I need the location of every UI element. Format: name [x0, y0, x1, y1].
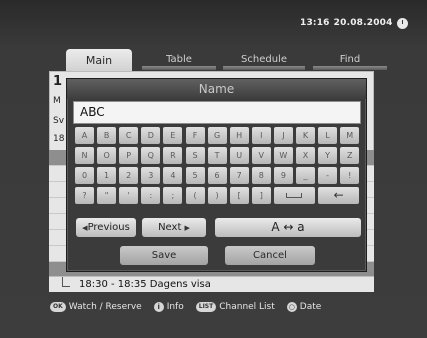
backspace-key[interactable]: ←: [318, 187, 360, 204]
keyboard-key[interactable]: W: [273, 147, 293, 164]
keyboard-key[interactable]: 3: [141, 167, 161, 184]
footer-date: ○ Date: [286, 302, 322, 312]
keyboard-key[interactable]: S: [185, 147, 205, 164]
keyboard-key[interactable]: Y: [318, 147, 338, 164]
keyboard-key[interactable]: 5: [185, 167, 205, 184]
keyboard-key[interactable]: K: [296, 127, 315, 144]
keyboard-key[interactable]: C: [119, 127, 139, 144]
space-key[interactable]: [273, 187, 315, 204]
keyboard-key[interactable]: [: [229, 187, 249, 204]
time-fragment: 18: [53, 134, 65, 144]
keyboard-key[interactable]: X: [296, 147, 315, 164]
ok-button-icon: OK: [50, 302, 66, 312]
keyboard-key[interactable]: 6: [207, 167, 227, 184]
date-text: 20.08.2004: [333, 18, 393, 28]
keyboard-key[interactable]: 9: [273, 167, 293, 184]
previous-label: Previous: [87, 222, 130, 233]
channel-number: 1: [53, 74, 63, 89]
keyboard-key[interactable]: ?: [75, 187, 94, 204]
date-button-icon: ○: [286, 302, 297, 312]
footer-watch-label: Watch / Reserve: [68, 302, 142, 312]
space-icon: [286, 193, 303, 198]
footer-info-label: Info: [166, 302, 184, 312]
save-button[interactable]: Save: [120, 246, 208, 265]
keyboard-key[interactable]: A: [75, 127, 94, 144]
keyboard-key[interactable]: R: [163, 147, 183, 164]
footer-info: i Info: [153, 302, 184, 312]
keyboard-key[interactable]: !: [340, 167, 360, 184]
tab-main[interactable]: Main: [66, 49, 132, 73]
keyboard-key[interactable]: M: [340, 127, 360, 144]
keyboard-key[interactable]: (: [185, 187, 205, 204]
keyboard-key[interactable]: ': [119, 187, 139, 204]
keyboard-key[interactable]: D: [141, 127, 161, 144]
tab-schedule[interactable]: Schedule: [219, 50, 309, 70]
arrow-right-icon: ▶: [184, 224, 190, 232]
keyboard-key[interactable]: T: [207, 147, 227, 164]
previous-button[interactable]: ◀Previous: [76, 218, 136, 237]
keyboard-key[interactable]: _: [296, 167, 315, 184]
keyboard-key[interactable]: 8: [251, 167, 271, 184]
keyboard-key[interactable]: 2: [119, 167, 139, 184]
footer-channel-list: LIST Channel List: [195, 302, 275, 312]
keyboard-key[interactable]: ;: [163, 187, 183, 204]
info-icon: i: [153, 302, 164, 312]
keyboard-key[interactable]: J: [273, 127, 293, 144]
keyboard-key[interactable]: I: [251, 127, 271, 144]
keyboard-key[interactable]: 0: [75, 167, 94, 184]
footer-legend: OK Watch / Reserve i Info LIST Channel L…: [50, 300, 390, 314]
keyboard-key[interactable]: E: [163, 127, 183, 144]
footer-date-label: Date: [299, 302, 322, 312]
dialog-title: Name: [67, 79, 366, 99]
keyboard-key[interactable]: O: [97, 147, 117, 164]
case-toggle-button[interactable]: A ↔ a: [215, 218, 361, 237]
next-button[interactable]: Next ▶: [142, 218, 206, 237]
clock: 13:16 20.08.2004: [300, 16, 420, 30]
clock-icon: [396, 17, 408, 29]
keyboard-dialog: Name ABC A B C D E F G H I J K L ABCDEFG…: [66, 78, 367, 272]
name-input[interactable]: ABC: [73, 101, 361, 124]
footer-watch: OK Watch / Reserve: [50, 302, 142, 312]
epg-screen: 13:16 20.08.2004 Main Table Schedule Fin…: [0, 0, 427, 338]
backspace-arrow-icon: ←: [333, 188, 344, 202]
keyboard-key[interactable]: P: [119, 147, 139, 164]
next-label: Next: [158, 222, 182, 233]
keyboard-key[interactable]: U: [229, 147, 249, 164]
keyboard-key[interactable]: Z: [340, 147, 360, 164]
tab-table[interactable]: Table: [138, 50, 220, 70]
keyboard-key[interactable]: ]: [251, 187, 271, 204]
keyboard-key[interactable]: :: [141, 187, 161, 204]
keyboard-key[interactable]: 4: [163, 167, 183, 184]
keyboard-key[interactable]: Q: [141, 147, 161, 164]
keyboard-key[interactable]: 7: [229, 167, 249, 184]
list-button-icon: LIST: [195, 302, 217, 312]
keyboard-key[interactable]: L: [318, 127, 338, 144]
programme-time-title: 18:30 - 18:35 Dagens visa: [79, 279, 211, 290]
keyboard-key[interactable]: V: [251, 147, 271, 164]
programme-row[interactable]: 18:30 - 18:35 Dagens visa: [49, 276, 374, 292]
tree-branch-icon: [62, 277, 70, 287]
time-text: 13:16: [300, 18, 330, 28]
keyboard-key[interactable]: G: [207, 127, 227, 144]
keyboard-key[interactable]: ": [97, 187, 117, 204]
keyboard-key[interactable]: 1: [97, 167, 117, 184]
footer-channel-list-label: Channel List: [219, 302, 275, 312]
channel-name-fragment: Sv: [53, 116, 65, 126]
channel-name-fragment: M: [53, 96, 61, 106]
keyboard-key[interactable]: -: [318, 167, 338, 184]
tab-find[interactable]: Find: [309, 50, 391, 70]
keyboard-key[interactable]: F: [185, 127, 205, 144]
keyboard-key[interactable]: H: [229, 127, 249, 144]
cancel-button[interactable]: Cancel: [225, 246, 315, 265]
keyboard-key[interactable]: N: [75, 147, 94, 164]
keyboard-key[interactable]: B: [97, 127, 117, 144]
keyboard-key[interactable]: ): [207, 187, 227, 204]
